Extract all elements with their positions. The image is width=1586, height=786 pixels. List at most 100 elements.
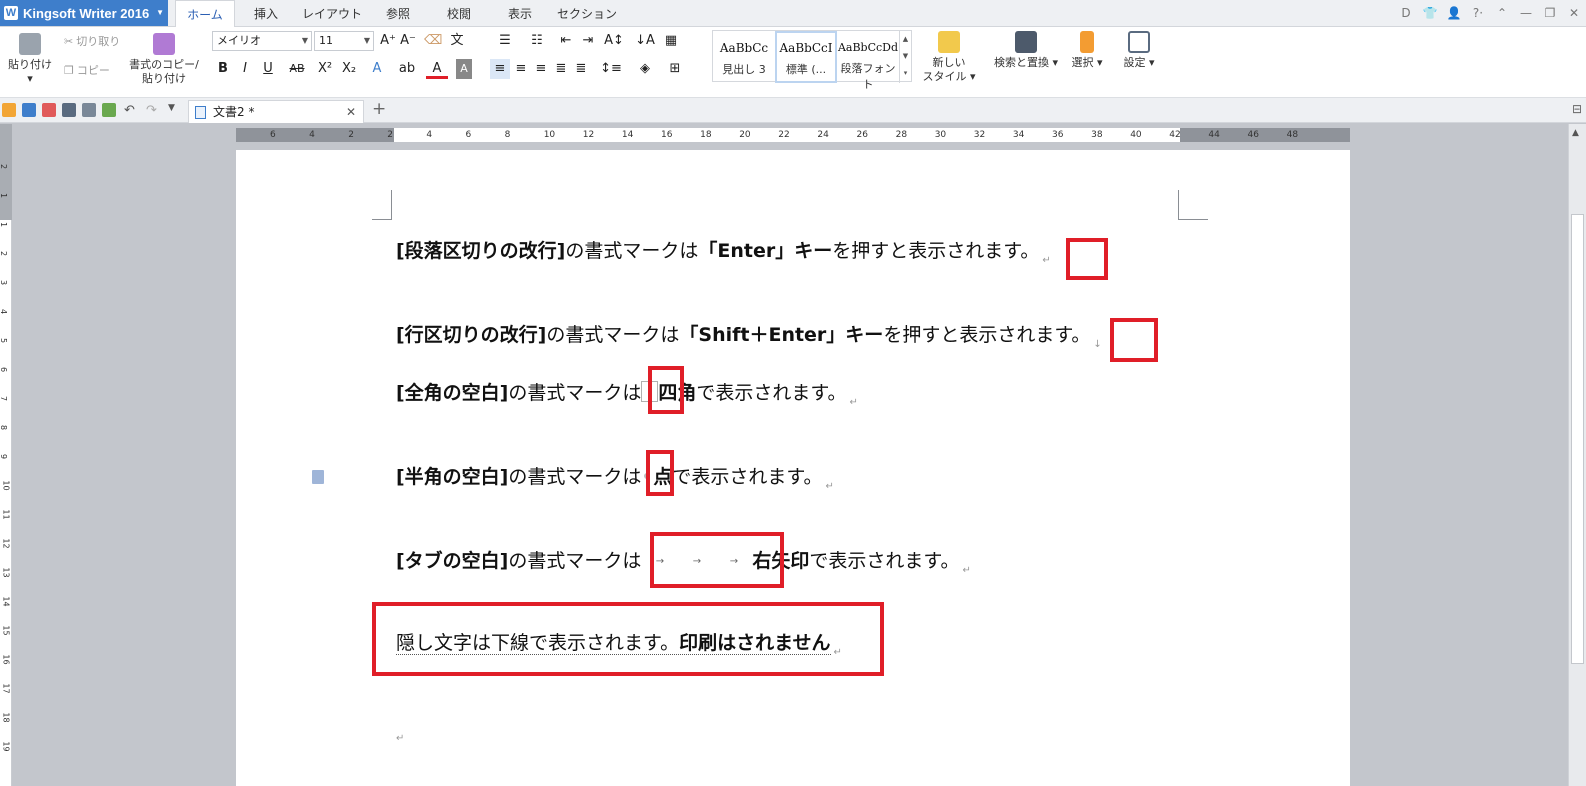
document-page[interactable]: [段落区切りの改行]の書式マークは「Enter」キーを押すと表示されます。 ↵ [… xyxy=(236,150,1350,786)
paragraph-layout-icon[interactable] xyxy=(312,470,324,484)
binoculars-icon xyxy=(1015,31,1037,53)
new-tab-button[interactable]: + xyxy=(372,99,386,119)
style-paragraph-font[interactable]: AaBbCcDd 段落フォント xyxy=(837,31,899,91)
paragraph-2[interactable]: [行区切りの改行]の書式マークは「Shift＋Enter」キーを押すと表示されま… xyxy=(396,320,1102,350)
title-bar: W Kingsoft Writer 2016 ▼ ホーム 挿入 レイアウト 参照… xyxy=(0,0,1586,28)
grow-font-icon[interactable]: A⁺ xyxy=(380,31,396,51)
paragraph-1[interactable]: [段落区切りの改行]の書式マークは「Enter」キーを押すと表示されます。 ↵ xyxy=(396,236,1051,266)
scrollbar-thumb[interactable] xyxy=(1571,214,1584,664)
justify-icon[interactable]: ≣ xyxy=(552,59,570,79)
paragraph-4[interactable]: [半角の空白]の書式マークは 点で表示されます。 ↵ xyxy=(396,462,834,492)
document-tab[interactable]: 文書2 * ✕ xyxy=(188,100,364,123)
settings-button[interactable]: 設定 ▾ xyxy=(1118,31,1160,70)
tab-home[interactable]: ホーム xyxy=(175,0,235,28)
theme-icon[interactable]: 👕 xyxy=(1418,6,1442,20)
clipboard-icon xyxy=(19,33,41,55)
style-normal[interactable]: AaBbCcI 標準 (... xyxy=(775,31,837,83)
vertical-ruler[interactable]: 2112345678910111213141516171819 xyxy=(0,124,12,786)
subscript-icon[interactable]: X₂ xyxy=(340,59,358,79)
shading-icon[interactable]: ◈ xyxy=(632,59,658,79)
collapse-ribbon-icon[interactable]: ⌃ xyxy=(1490,6,1514,20)
skin-icon[interactable]: D xyxy=(1394,6,1418,20)
tab-list-icon[interactable]: ⊟ xyxy=(1572,102,1582,116)
tab-section[interactable]: セクション xyxy=(556,0,618,27)
ruler-label: 10 xyxy=(543,130,556,140)
ruler-label: 4 xyxy=(426,130,433,140)
font-name-select[interactable]: メイリオ ▼ xyxy=(212,31,312,51)
bullets-icon[interactable]: ☰ xyxy=(490,31,520,51)
ruler-label: 6 xyxy=(465,130,472,140)
cut-button[interactable]: ✂ 切り取り xyxy=(64,33,120,49)
pdf-icon[interactable] xyxy=(42,103,56,117)
font-color-icon[interactable]: A xyxy=(426,59,448,79)
tab-view[interactable]: 表示 xyxy=(498,0,542,27)
vertical-scrollbar[interactable]: ▲ xyxy=(1568,124,1586,786)
print-icon[interactable] xyxy=(62,103,76,117)
table-icon[interactable]: ▦ xyxy=(662,31,680,51)
ruler-label: 12 xyxy=(1,538,11,549)
format-painter-button[interactable]: 書式のコピー/ 貼り付け xyxy=(128,33,200,86)
tab-references[interactable]: 参照 xyxy=(376,0,420,27)
superscript-icon[interactable]: X² xyxy=(316,59,334,79)
redo-icon[interactable]: ↷ xyxy=(146,103,160,118)
user-icon[interactable]: 👤 xyxy=(1442,6,1466,20)
ruler-label: 30 xyxy=(934,130,947,140)
tab-insert[interactable]: 挿入 xyxy=(244,0,288,27)
close-button[interactable]: ✕ xyxy=(1562,6,1586,20)
horizontal-ruler[interactable]: 6 4 2 2 4 6 8 10 12 14 16 18 20 22 24 26 28 30 32 34 36 38 40 4… xyxy=(236,128,1350,142)
ruler-label: 12 xyxy=(582,130,595,140)
style-heading3[interactable]: AaBbCc 見出し 3 xyxy=(713,31,775,83)
restore-button[interactable]: ❐ xyxy=(1538,6,1562,20)
ruler-label: 4 xyxy=(0,309,8,314)
text-effect-icon[interactable]: A xyxy=(366,59,388,79)
scroll-up-icon[interactable]: ▲ xyxy=(1572,128,1579,138)
open-icon[interactable] xyxy=(2,103,16,117)
highlight-icon[interactable]: ab xyxy=(396,59,418,79)
phonetic-guide-icon[interactable]: 文 xyxy=(446,31,468,51)
align-left-icon[interactable]: ≡ xyxy=(490,59,510,79)
ruler-label: 20 xyxy=(739,130,751,140)
bold-icon[interactable]: B xyxy=(216,59,230,79)
new-style-button[interactable]: 新しい スタイル ▾ xyxy=(920,31,978,84)
close-tab-icon[interactable]: ✕ xyxy=(346,101,356,123)
clear-format-icon[interactable]: ⌫ xyxy=(424,31,442,51)
app-menu-button[interactable]: W Kingsoft Writer 2016 ▼ xyxy=(0,0,168,26)
ruler-label: 3 xyxy=(0,280,8,285)
tab-layout[interactable]: レイアウト xyxy=(300,0,364,27)
spell-check-icon[interactable] xyxy=(102,103,116,117)
ruler-label: 40 xyxy=(1130,130,1142,140)
select-button[interactable]: 選択 ▾ xyxy=(1068,31,1106,70)
find-replace-button[interactable]: 検索と置換 ▾ xyxy=(990,31,1062,70)
underline-icon[interactable]: U xyxy=(258,59,278,79)
minimize-button[interactable]: — xyxy=(1514,6,1538,20)
paragraph-3[interactable]: [全角の空白]の書式マークは 四角で表示されます。 ↵ xyxy=(396,378,858,408)
numbering-icon[interactable]: ☷ xyxy=(522,31,552,51)
border-icon[interactable]: ⊞ xyxy=(662,59,688,79)
paste-button[interactable]: 貼り付け ▾ xyxy=(4,33,56,86)
tab-review[interactable]: 校閲 xyxy=(437,0,481,27)
char-shading-icon[interactable]: A xyxy=(456,59,472,79)
shrink-font-icon[interactable]: A⁻ xyxy=(400,31,416,51)
ruler-label: 17 xyxy=(1,683,11,694)
decrease-indent-icon[interactable]: ⇤ xyxy=(556,31,576,51)
copy-button[interactable]: ❐ コピー xyxy=(64,62,110,78)
increase-indent-icon[interactable]: ⇥ xyxy=(578,31,598,51)
paragraph-7[interactable]: ↵ xyxy=(396,718,404,744)
distributed-icon[interactable]: ≣ xyxy=(572,59,590,79)
ruler-label: 2 xyxy=(0,251,8,256)
align-center-icon[interactable]: ≡ xyxy=(512,59,530,79)
sort-icon[interactable]: ↓A xyxy=(632,31,658,51)
strikethrough-icon[interactable]: AB xyxy=(286,59,308,79)
save-icon[interactable] xyxy=(22,103,36,117)
paragraph-mark: ↵ xyxy=(1042,255,1051,266)
change-case-icon[interactable]: A↕ xyxy=(602,31,626,51)
font-size-select[interactable]: 11 ▼ xyxy=(314,31,374,51)
customize-toolbar-icon[interactable]: ▼ xyxy=(168,103,182,117)
align-right-icon[interactable]: ≡ xyxy=(532,59,550,79)
print-preview-icon[interactable] xyxy=(82,103,96,117)
help-icon[interactable]: ?· xyxy=(1466,6,1490,20)
undo-icon[interactable]: ↶ xyxy=(124,103,138,118)
italic-icon[interactable]: I xyxy=(238,59,252,79)
style-scroll[interactable]: ▲ ▼ ▾ xyxy=(899,31,911,83)
line-spacing-icon[interactable]: ↕≡ xyxy=(598,59,624,79)
